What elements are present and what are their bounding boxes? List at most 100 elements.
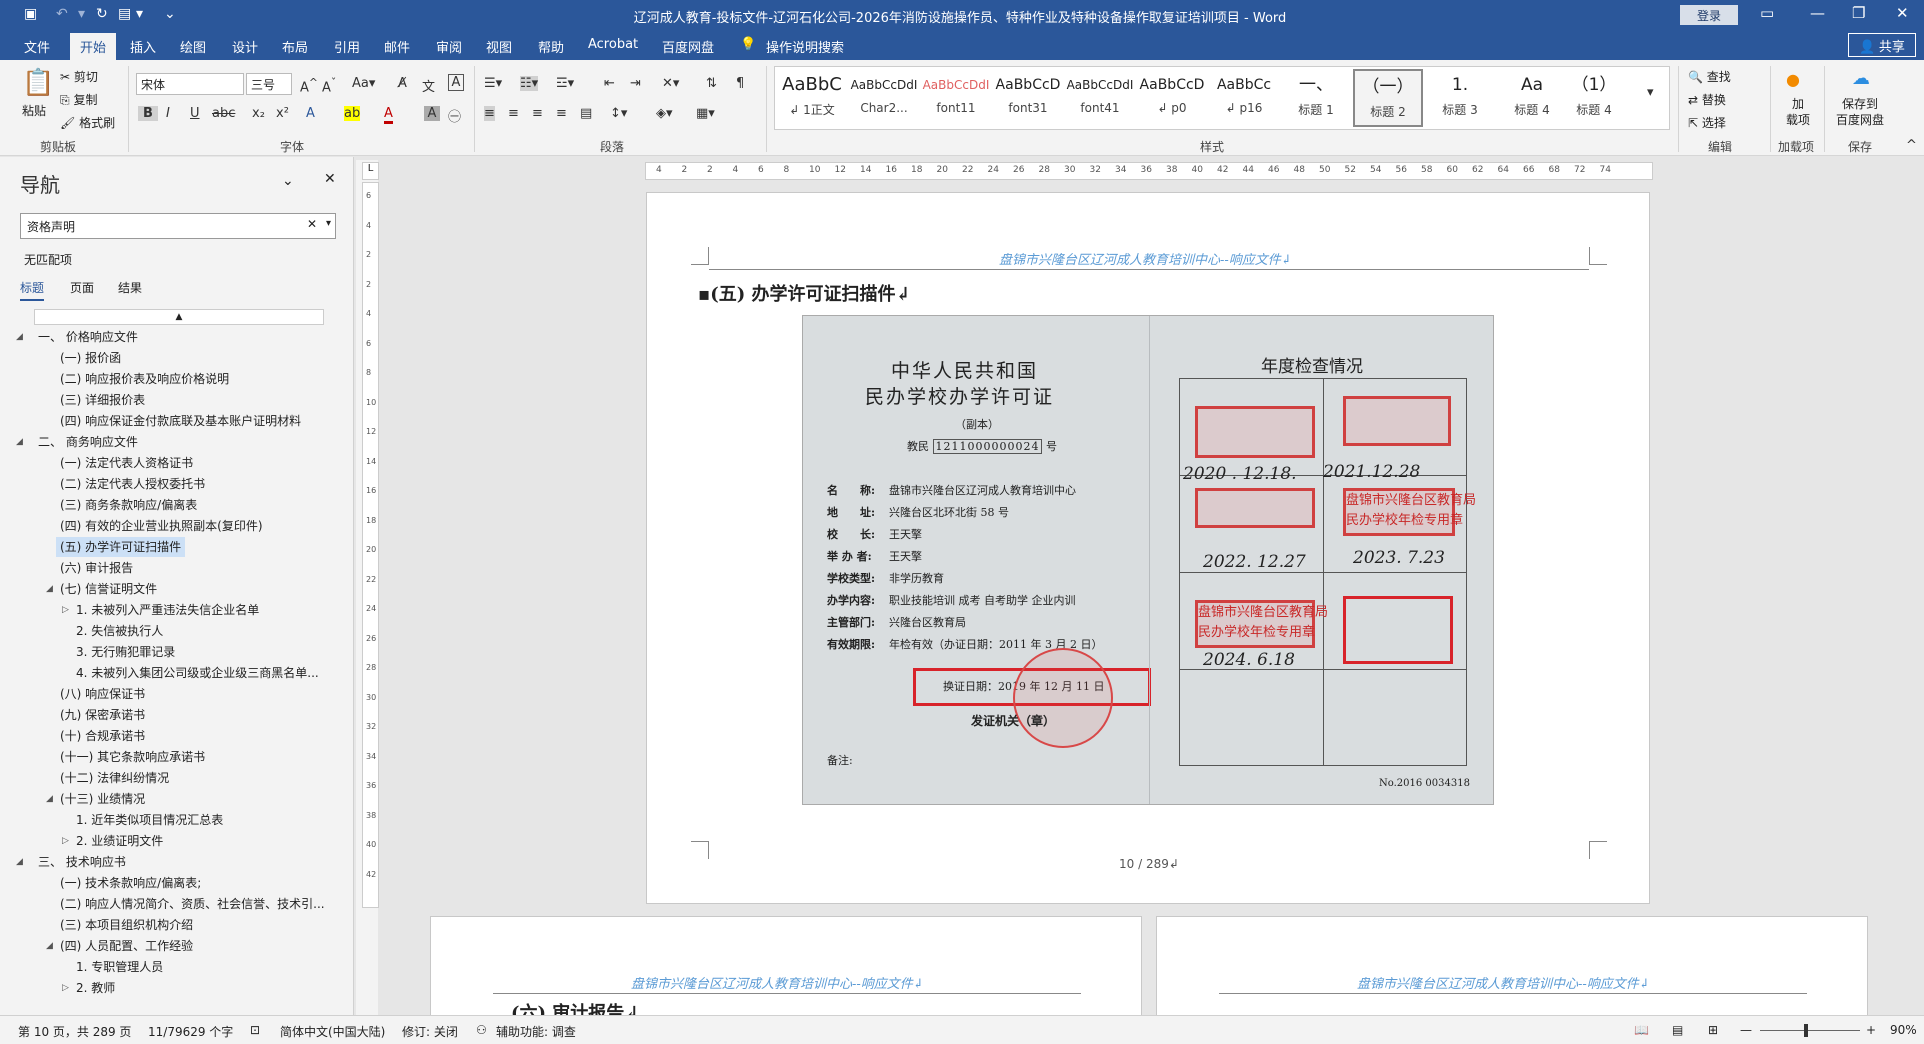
nav-outline-item[interactable]: (一) 法定代表人资格证书: [0, 453, 354, 474]
paste-button[interactable]: 粘贴: [22, 102, 46, 119]
tab-help[interactable]: 帮助: [538, 37, 564, 56]
search-dropdown-icon[interactable]: ▾: [326, 218, 331, 229]
italic-icon[interactable]: I: [166, 106, 170, 121]
nav-outline-item[interactable]: 4. 未被列入集团公司级或企业级三商黑名单...: [0, 663, 354, 684]
increase-indent-icon[interactable]: ⇥: [630, 76, 641, 91]
nav-outline-item[interactable]: ▷ 1. 未被列入严重违法失信企业名单: [0, 600, 354, 621]
align-left-icon[interactable]: ≡: [484, 106, 495, 121]
collapse-ribbon-icon[interactable]: ^: [1906, 138, 1917, 153]
nav-outline-item[interactable]: 1. 近年类似项目情况汇总表: [0, 810, 354, 831]
nav-outline-item[interactable]: (十) 合规承诺书: [0, 726, 354, 747]
enclose-char-icon[interactable]: ㊀: [448, 106, 461, 125]
nav-outline-item[interactable]: ▷ 2. 教师: [0, 978, 354, 999]
multilevel-list-icon[interactable]: ☲▾: [556, 76, 574, 91]
expand-arrow-icon[interactable]: ◢: [16, 852, 23, 872]
paste-icon[interactable]: 📋: [22, 68, 54, 98]
expand-arrow-icon[interactable]: ◢: [16, 327, 23, 347]
style-item[interactable]: AaBbCc ↲ p16: [1209, 69, 1279, 127]
nav-outline-item[interactable]: (一) 技术条款响应/偏离表;: [0, 873, 354, 894]
nav-outline-item[interactable]: ◢ (四) 人员配置、工作经验: [0, 936, 354, 957]
asian-layout-icon[interactable]: ✕▾: [662, 76, 679, 91]
replace-button[interactable]: ⇄ 替换: [1688, 91, 1726, 108]
change-case-icon[interactable]: Aa▾: [352, 76, 375, 91]
font-name-select[interactable]: 宋体: [136, 73, 244, 95]
nav-outline-item[interactable]: (六) 审计报告: [0, 558, 354, 579]
style-item[interactable]: AaBbCcD ↲ p0: [1137, 69, 1207, 127]
nav-search-input[interactable]: 资格声明 ✕ ▾: [20, 213, 336, 239]
tell-me-search[interactable]: 操作说明搜索: [766, 37, 844, 56]
shading-icon[interactable]: ◈▾: [656, 106, 673, 121]
addins-button[interactable]: 加 载项: [1786, 96, 1810, 128]
nav-tab-pages[interactable]: 页面: [70, 279, 94, 296]
distribute-icon[interactable]: ▤: [580, 106, 592, 121]
select-button[interactable]: ⇱ 选择: [1688, 114, 1726, 131]
nav-outline-item[interactable]: ▷ 2. 业绩证明文件: [0, 831, 354, 852]
undo-icon[interactable]: ↶: [56, 6, 68, 22]
document-dropdown-icon[interactable]: ▾: [136, 6, 143, 22]
nav-outline-item[interactable]: (二) 响应人情况简介、资质、社会信誉、技术引...: [0, 894, 354, 915]
web-layout-icon[interactable]: ⊞: [1708, 1023, 1718, 1037]
char-shading-icon[interactable]: A: [424, 106, 440, 121]
tab-draw[interactable]: 绘图: [180, 37, 206, 56]
share-button[interactable]: 👤 共享: [1848, 33, 1916, 57]
tab-acrobat[interactable]: Acrobat: [588, 37, 638, 52]
copy-button[interactable]: ⎘ 复制: [60, 91, 97, 108]
customize-toolbar-icon[interactable]: ⌄: [164, 6, 176, 22]
restore-icon[interactable]: ❐: [1852, 4, 1865, 22]
style-item[interactable]: AaBbCcD font31: [993, 69, 1063, 127]
expand-arrow-icon[interactable]: ◢: [46, 579, 53, 599]
clear-search-icon[interactable]: ✕: [307, 217, 317, 231]
shrink-font-icon[interactable]: Aˇ: [322, 76, 336, 95]
page-count[interactable]: 第 10 页，共 289 页: [18, 1023, 131, 1040]
tab-insert[interactable]: 插入: [130, 37, 156, 56]
style-item[interactable]: 一、 标题 1: [1281, 69, 1351, 127]
expand-arrow-icon[interactable]: ▷: [62, 831, 69, 851]
cut-button[interactable]: ✂ 剪切: [60, 68, 98, 85]
tab-selector-icon[interactable]: L: [362, 162, 379, 180]
nav-outline-item[interactable]: 2. 失信被执行人: [0, 621, 354, 642]
bold-icon[interactable]: B: [138, 106, 158, 121]
nav-outline-item[interactable]: (九) 保密承诺书: [0, 705, 354, 726]
print-layout-icon[interactable]: ▤: [1672, 1023, 1683, 1037]
save-icon[interactable]: ▣: [24, 6, 37, 22]
zoom-slider-handle[interactable]: [1804, 1024, 1808, 1037]
nav-outline-item[interactable]: 3. 无行贿犯罪记录: [0, 642, 354, 663]
expand-arrow-icon[interactable]: ◢: [16, 432, 23, 452]
nav-outline-item[interactable]: 1. 专职管理人员: [0, 957, 354, 978]
read-mode-icon[interactable]: 📖: [1634, 1023, 1649, 1037]
phonetic-guide-icon[interactable]: 文: [422, 76, 435, 95]
nav-close-icon[interactable]: ✕: [324, 171, 336, 187]
justify-icon[interactable]: ≡: [556, 106, 567, 121]
numbering-icon[interactable]: ☷▾: [520, 76, 539, 91]
strikethrough-icon[interactable]: abc: [212, 106, 235, 121]
nav-outline-item[interactable]: (三) 详细报价表: [0, 390, 354, 411]
zoom-out-icon[interactable]: —: [1740, 1023, 1752, 1037]
nav-outline-item[interactable]: ◢ (七) 信誉证明文件: [0, 579, 354, 600]
save-to-netdisk-button[interactable]: 保存到 百度网盘: [1836, 96, 1884, 128]
zoom-in-icon[interactable]: +: [1866, 1023, 1876, 1037]
nav-outline-item[interactable]: ◢ 二、 商务响应文件: [0, 432, 354, 453]
text-effects-icon[interactable]: A: [306, 106, 315, 121]
nav-outline-item[interactable]: (四) 有效的企业营业执照副本(复印件): [0, 516, 354, 537]
highlight-icon[interactable]: ab: [344, 106, 361, 121]
clear-format-icon[interactable]: A̸: [398, 76, 407, 91]
bullets-icon[interactable]: ☰▾: [484, 76, 502, 91]
style-item[interactable]: （1） 标题 4: [1569, 69, 1619, 127]
expand-arrow-icon[interactable]: ▷: [62, 978, 69, 998]
accessibility-status[interactable]: 辅助功能: 调查: [496, 1023, 576, 1040]
zoom-level[interactable]: 90%: [1890, 1023, 1917, 1037]
horizontal-ruler[interactable]: 4 2 2 4 6 8 10 12 14 16 18 20 22 24 26 28 30 32 34 36 38 40 42…: [645, 162, 1653, 180]
collapse-all-icon[interactable]: ▲: [34, 309, 324, 325]
tab-layout[interactable]: 布局: [282, 37, 308, 56]
align-center-icon[interactable]: ≡: [508, 106, 519, 121]
style-item[interactable]: Aa 标题 4: [1497, 69, 1567, 127]
font-color-icon[interactable]: A: [384, 106, 393, 124]
section-heading[interactable]: (六) 审计报告↲: [511, 999, 639, 1015]
style-item[interactable]: AaBbCcDdI font11: [921, 69, 991, 127]
sort-icon[interactable]: ⇅: [706, 76, 717, 91]
nav-outline-item[interactable]: (五) 办学许可证扫描件: [0, 537, 354, 558]
expand-arrow-icon[interactable]: ◢: [46, 936, 53, 956]
borders-icon[interactable]: ▦▾: [696, 106, 715, 121]
nav-outline-item[interactable]: (十二) 法律纠纷情况: [0, 768, 354, 789]
find-button[interactable]: 🔍 查找: [1688, 68, 1731, 85]
